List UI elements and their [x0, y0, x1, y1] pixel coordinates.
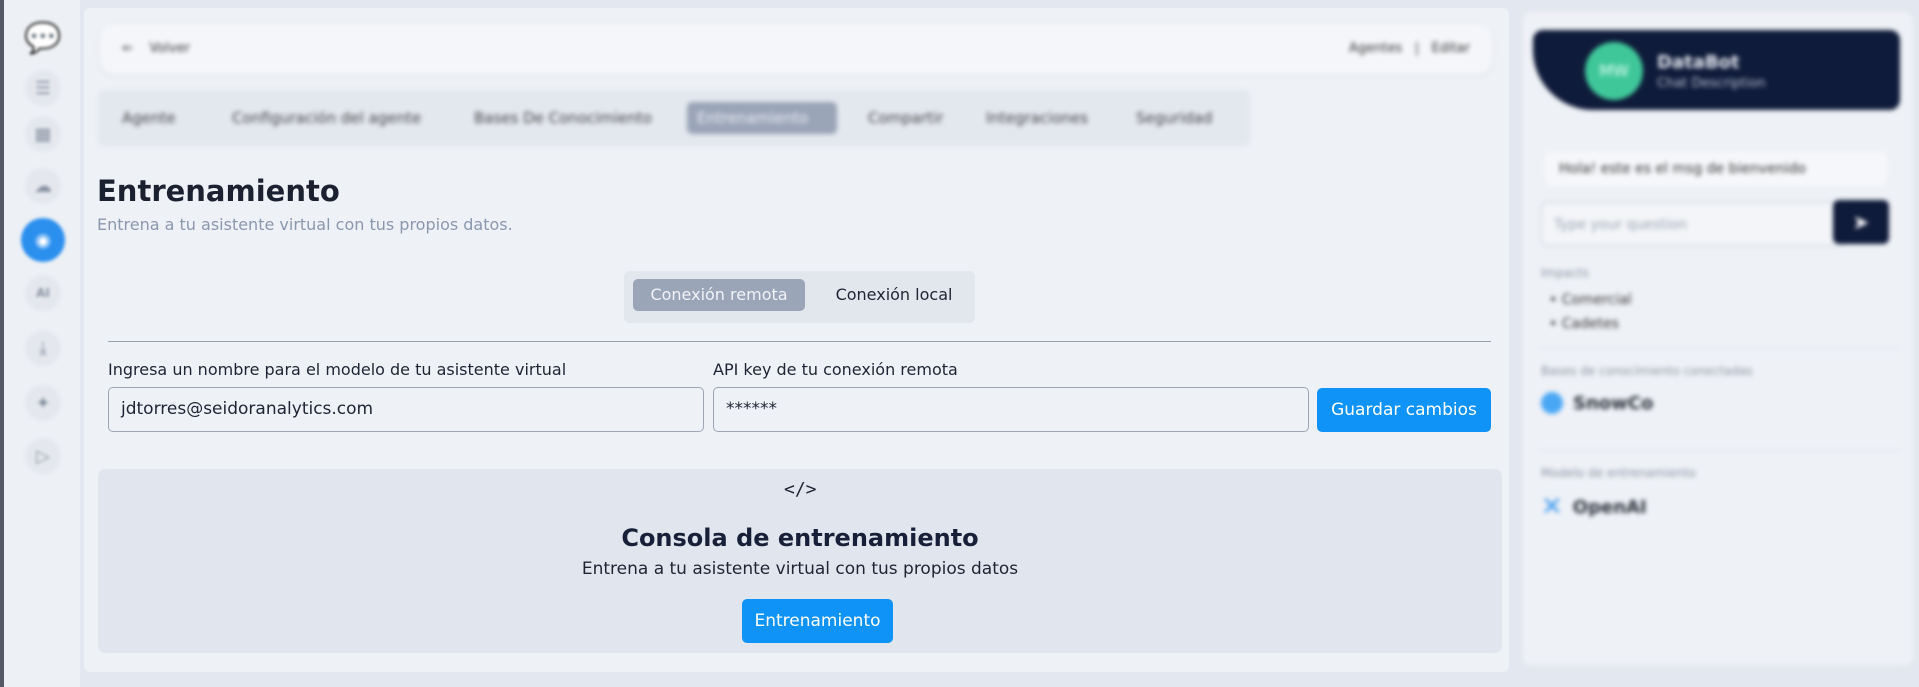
- model-name: OpenAI: [1572, 496, 1647, 518]
- console-title: Consola de entrenamiento: [621, 524, 979, 552]
- tab-seguridad[interactable]: Seguridad: [1126, 102, 1222, 134]
- remote-connection-option[interactable]: Conexión remota: [633, 279, 805, 311]
- send-icon[interactable]: ➤: [1833, 200, 1889, 244]
- main-content: ⇐ Volver Agentes | Editar Agente Configu…: [84, 8, 1509, 672]
- breadcrumb-agents[interactable]: Agentes: [1349, 41, 1402, 56]
- api-key-input[interactable]: ******: [713, 387, 1309, 432]
- api-key-label: API key de tu conexión remota: [713, 360, 958, 379]
- snowflake-icon: [1541, 392, 1563, 414]
- avatar: MW: [1585, 42, 1643, 100]
- tab-configuracion[interactable]: Configuración del agente: [222, 102, 431, 134]
- kb-name: SnowCo: [1573, 392, 1654, 414]
- tab-agente[interactable]: Agente: [112, 102, 186, 134]
- divider: [1539, 450, 1899, 451]
- tab-bases-conocimiento[interactable]: Bases De Conocimiento: [464, 102, 662, 134]
- chat-preview-panel: MW DataBot Chat Description Hola! este e…: [1523, 12, 1913, 665]
- bot-header: MW DataBot Chat Description: [1533, 30, 1900, 110]
- model-item: ✕ OpenAI: [1541, 492, 1647, 522]
- divider: [108, 341, 1491, 342]
- back-arrow-icon: ⇐: [122, 41, 133, 56]
- page-subtitle: Entrena a tu asistente virtual con tus p…: [97, 215, 513, 234]
- kb-label: Bases de conocimiento conectadas: [1541, 364, 1753, 378]
- model-name-input[interactable]: jdtorres@seidoranalytics.com: [108, 387, 704, 432]
- list-item: • Comercial: [1549, 292, 1632, 308]
- tab-compartir[interactable]: Compartir: [858, 102, 953, 134]
- play-icon[interactable]: ▷: [25, 438, 61, 474]
- model-label: Modelo de entrenamiento: [1541, 466, 1696, 480]
- save-changes-button[interactable]: Guardar cambios: [1317, 388, 1491, 432]
- bot-description: Chat Description: [1657, 76, 1766, 91]
- console-subtitle: Entrena a tu asistente virtual con tus p…: [581, 559, 1019, 579]
- connection-toggle: Conexión remota Conexión local: [624, 271, 975, 323]
- model-name-label: Ingresa un nombre para el modelo de tu a…: [108, 360, 567, 379]
- welcome-message: Hola! este es el msg de bienvenido: [1545, 152, 1887, 186]
- tab-entrenamiento[interactable]: Entrenamiento: [687, 102, 837, 134]
- training-console: </> Consola de entrenamiento Entrena a t…: [98, 469, 1502, 653]
- bot-name: DataBot: [1657, 52, 1740, 73]
- apps-label: Impacts: [1541, 266, 1589, 280]
- question-input[interactable]: Type your question: [1541, 202, 1847, 246]
- sparkle-icon[interactable]: ✦: [25, 385, 61, 421]
- page-title: Entrenamiento: [97, 174, 340, 208]
- top-bar: ⇐ Volver Agentes | Editar: [100, 24, 1492, 74]
- chat-bot-icon[interactable]: 💬: [24, 20, 61, 56]
- ai-icon[interactable]: AI: [25, 275, 61, 311]
- tab-integraciones[interactable]: Integraciones: [976, 102, 1098, 134]
- divider: [1539, 348, 1899, 349]
- kb-item: SnowCo: [1541, 392, 1653, 414]
- openai-icon: ✕: [1541, 492, 1563, 522]
- breadcrumb-separator: |: [1414, 41, 1420, 56]
- train-button[interactable]: Entrenamiento: [742, 599, 893, 643]
- back-button[interactable]: ⇐ Volver: [122, 41, 190, 56]
- list-item: • Cadetes: [1549, 316, 1619, 332]
- download-icon[interactable]: ⤓: [25, 330, 61, 366]
- chart-icon[interactable]: ▦: [25, 116, 61, 152]
- agent-icon[interactable]: ◉: [21, 218, 65, 262]
- breadcrumb-edit: Editar: [1431, 41, 1471, 56]
- code-icon: </>: [784, 479, 817, 500]
- back-label: Volver: [149, 41, 190, 56]
- list-icon[interactable]: ☰: [25, 70, 61, 106]
- breadcrumb: Agentes | Editar: [1349, 41, 1470, 56]
- tab-bar: Agente Configuración del agente Bases De…: [98, 90, 1250, 146]
- cloud-icon[interactable]: ☁: [25, 168, 61, 204]
- local-connection-option[interactable]: Conexión local: [819, 279, 969, 311]
- left-rail: 💬 ☰ ▦ ☁ ◉ AI ⤓ ✦ ▷: [0, 0, 80, 687]
